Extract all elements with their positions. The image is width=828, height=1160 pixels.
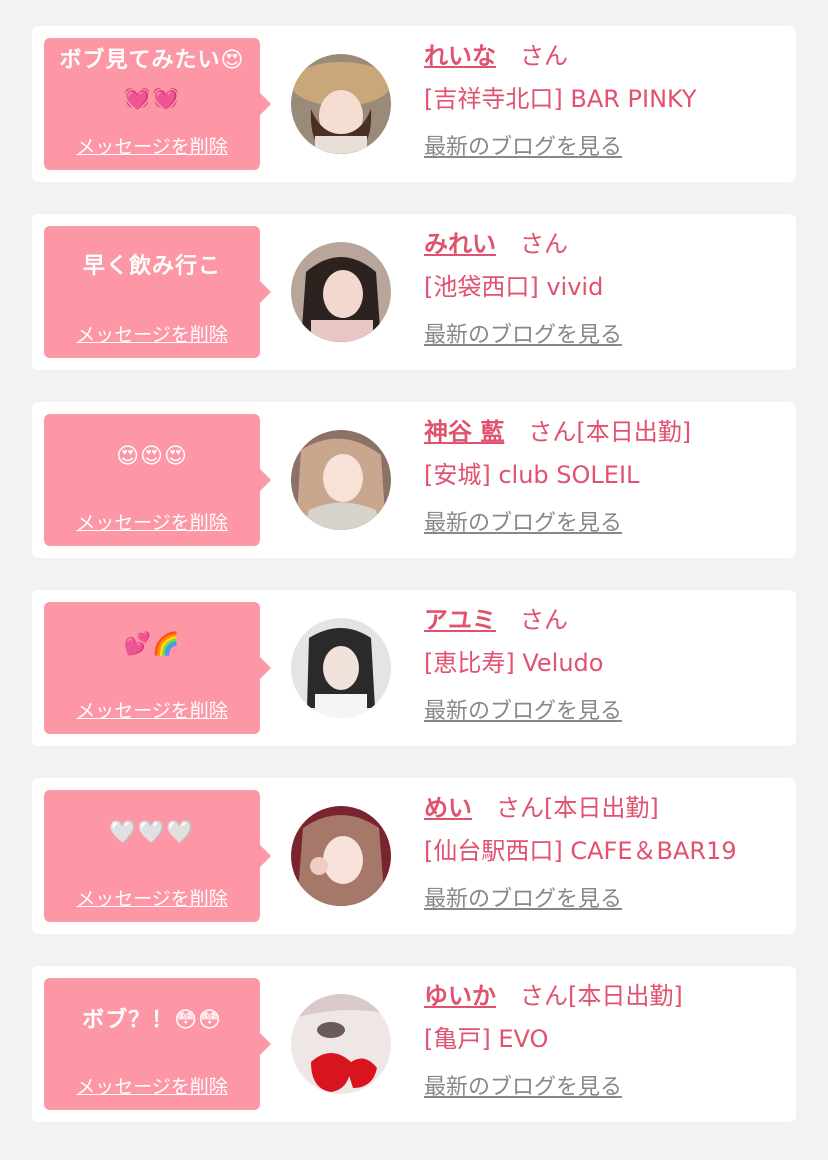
favorites-message-list: ボブ見てみたい😍 💓💓 メッセージを削除 れいな さん [吉祥寺北口] BAR P… bbox=[0, 0, 828, 1160]
latest-blog-link[interactable]: 最新のブログを見る bbox=[424, 884, 788, 916]
latest-blog-link[interactable]: 最新のブログを見る bbox=[424, 320, 788, 352]
attendance-status: [本日出勤] bbox=[576, 418, 692, 446]
cast-card: 💕🌈 メッセージを削除 アユミ さん [恵比寿] Veludo 最新のブログを見る bbox=[32, 590, 796, 746]
cast-info: アユミ さん [恵比寿] Veludo 最新のブログを見る bbox=[424, 600, 788, 728]
cast-name-link[interactable]: 神谷 藍 bbox=[424, 418, 504, 446]
attendance-status: [本日出勤] bbox=[568, 982, 683, 1010]
cast-info: めい さん[本日出勤] [仙台駅西口] CAFE＆BAR19 最新のブログを見る bbox=[424, 788, 788, 916]
shop-name: [仙台駅西口] CAFE＆BAR19 bbox=[424, 837, 737, 865]
message-text-line: 🤍🤍🤍 bbox=[109, 820, 195, 845]
cast-avatar[interactable] bbox=[291, 54, 391, 154]
delete-message-link[interactable]: メッセージを削除 bbox=[44, 132, 260, 159]
shop-name: [恵比寿] Veludo bbox=[424, 649, 604, 677]
message-text-line: 💓💓 bbox=[123, 86, 181, 111]
attendance-status: [本日出勤] bbox=[544, 794, 659, 822]
cast-card: 🤍🤍🤍 メッセージを削除 めい さん[本日出勤] [仙台駅西口] CAFE＆BAR… bbox=[32, 778, 796, 934]
message-text-line: 😍😍😍 bbox=[116, 444, 188, 469]
honorific: さん bbox=[520, 230, 568, 258]
cast-card: ボブ？！😳😳 メッセージを削除 ゆいか さん[本日出勤] [亀戸] EVO 最新の… bbox=[32, 966, 796, 1122]
message-text-line: 早く飲み行こ bbox=[82, 254, 221, 279]
cast-name-link[interactable]: れいな bbox=[424, 42, 496, 70]
cast-avatar[interactable] bbox=[291, 242, 391, 342]
cast-name-link[interactable]: アユミ bbox=[424, 606, 496, 634]
cast-info: ゆいか さん[本日出勤] [亀戸] EVO 最新のブログを見る bbox=[424, 976, 788, 1104]
delete-message-link[interactable]: メッセージを削除 bbox=[44, 884, 260, 911]
shop-name: [亀戸] EVO bbox=[424, 1025, 549, 1053]
cast-name-link[interactable]: みれい bbox=[424, 230, 496, 258]
cast-name-link[interactable]: めい bbox=[424, 794, 472, 822]
cast-info: みれい さん [池袋西口] vivid 最新のブログを見る bbox=[424, 224, 788, 352]
message-bubble: 😍😍😍 メッセージを削除 bbox=[44, 414, 271, 546]
delete-message-link[interactable]: メッセージを削除 bbox=[44, 1072, 260, 1099]
honorific: さん bbox=[520, 606, 568, 634]
cast-card: ボブ見てみたい😍 💓💓 メッセージを削除 れいな さん [吉祥寺北口] BAR P… bbox=[32, 26, 796, 182]
message-bubble: ボブ見てみたい😍 💓💓 メッセージを削除 bbox=[44, 38, 271, 170]
message-bubble: 💕🌈 メッセージを削除 bbox=[44, 602, 271, 734]
delete-message-link[interactable]: メッセージを削除 bbox=[44, 320, 260, 347]
cast-card: 😍😍😍 メッセージを削除 神谷 藍さん[本日出勤] [安城] club SOLE… bbox=[32, 402, 796, 558]
honorific: さん bbox=[520, 982, 568, 1010]
cast-info: れいな さん [吉祥寺北口] BAR PINKY 最新のブログを見る bbox=[424, 36, 788, 164]
cast-card: 早く飲み行こ メッセージを削除 みれい さん [池袋西口] vivid 最新のブロ… bbox=[32, 214, 796, 370]
cast-info: 神谷 藍さん[本日出勤] [安城] club SOLEIL 最新のブログを見る bbox=[424, 412, 788, 540]
cast-avatar[interactable] bbox=[291, 618, 391, 718]
latest-blog-link[interactable]: 最新のブログを見る bbox=[424, 1072, 788, 1104]
message-bubble: 🤍🤍🤍 メッセージを削除 bbox=[44, 790, 271, 922]
message-text-line: 💕🌈 bbox=[123, 632, 181, 657]
latest-blog-link[interactable]: 最新のブログを見る bbox=[424, 132, 788, 164]
cast-avatar[interactable] bbox=[291, 994, 391, 1094]
shop-name: [安城] club SOLEIL bbox=[424, 461, 640, 489]
cast-avatar[interactable] bbox=[291, 806, 391, 906]
message-text-line: ボブ？！😳😳 bbox=[82, 1008, 222, 1033]
message-bubble: 早く飲み行こ メッセージを削除 bbox=[44, 226, 271, 358]
latest-blog-link[interactable]: 最新のブログを見る bbox=[424, 696, 788, 728]
latest-blog-link[interactable]: 最新のブログを見る bbox=[424, 508, 788, 540]
cast-avatar[interactable] bbox=[291, 430, 391, 530]
honorific: さん bbox=[520, 42, 568, 70]
shop-name: [吉祥寺北口] BAR PINKY bbox=[424, 85, 697, 113]
honorific: さん bbox=[496, 794, 544, 822]
cast-name-link[interactable]: ゆいか bbox=[424, 982, 496, 1010]
delete-message-link[interactable]: メッセージを削除 bbox=[44, 508, 260, 535]
shop-name: [池袋西口] vivid bbox=[424, 273, 604, 301]
honorific: さん bbox=[528, 418, 577, 446]
delete-message-link[interactable]: メッセージを削除 bbox=[44, 696, 260, 723]
message-bubble: ボブ？！😳😳 メッセージを削除 bbox=[44, 978, 271, 1110]
message-text-line: ボブ見てみたい😍 bbox=[59, 48, 245, 73]
